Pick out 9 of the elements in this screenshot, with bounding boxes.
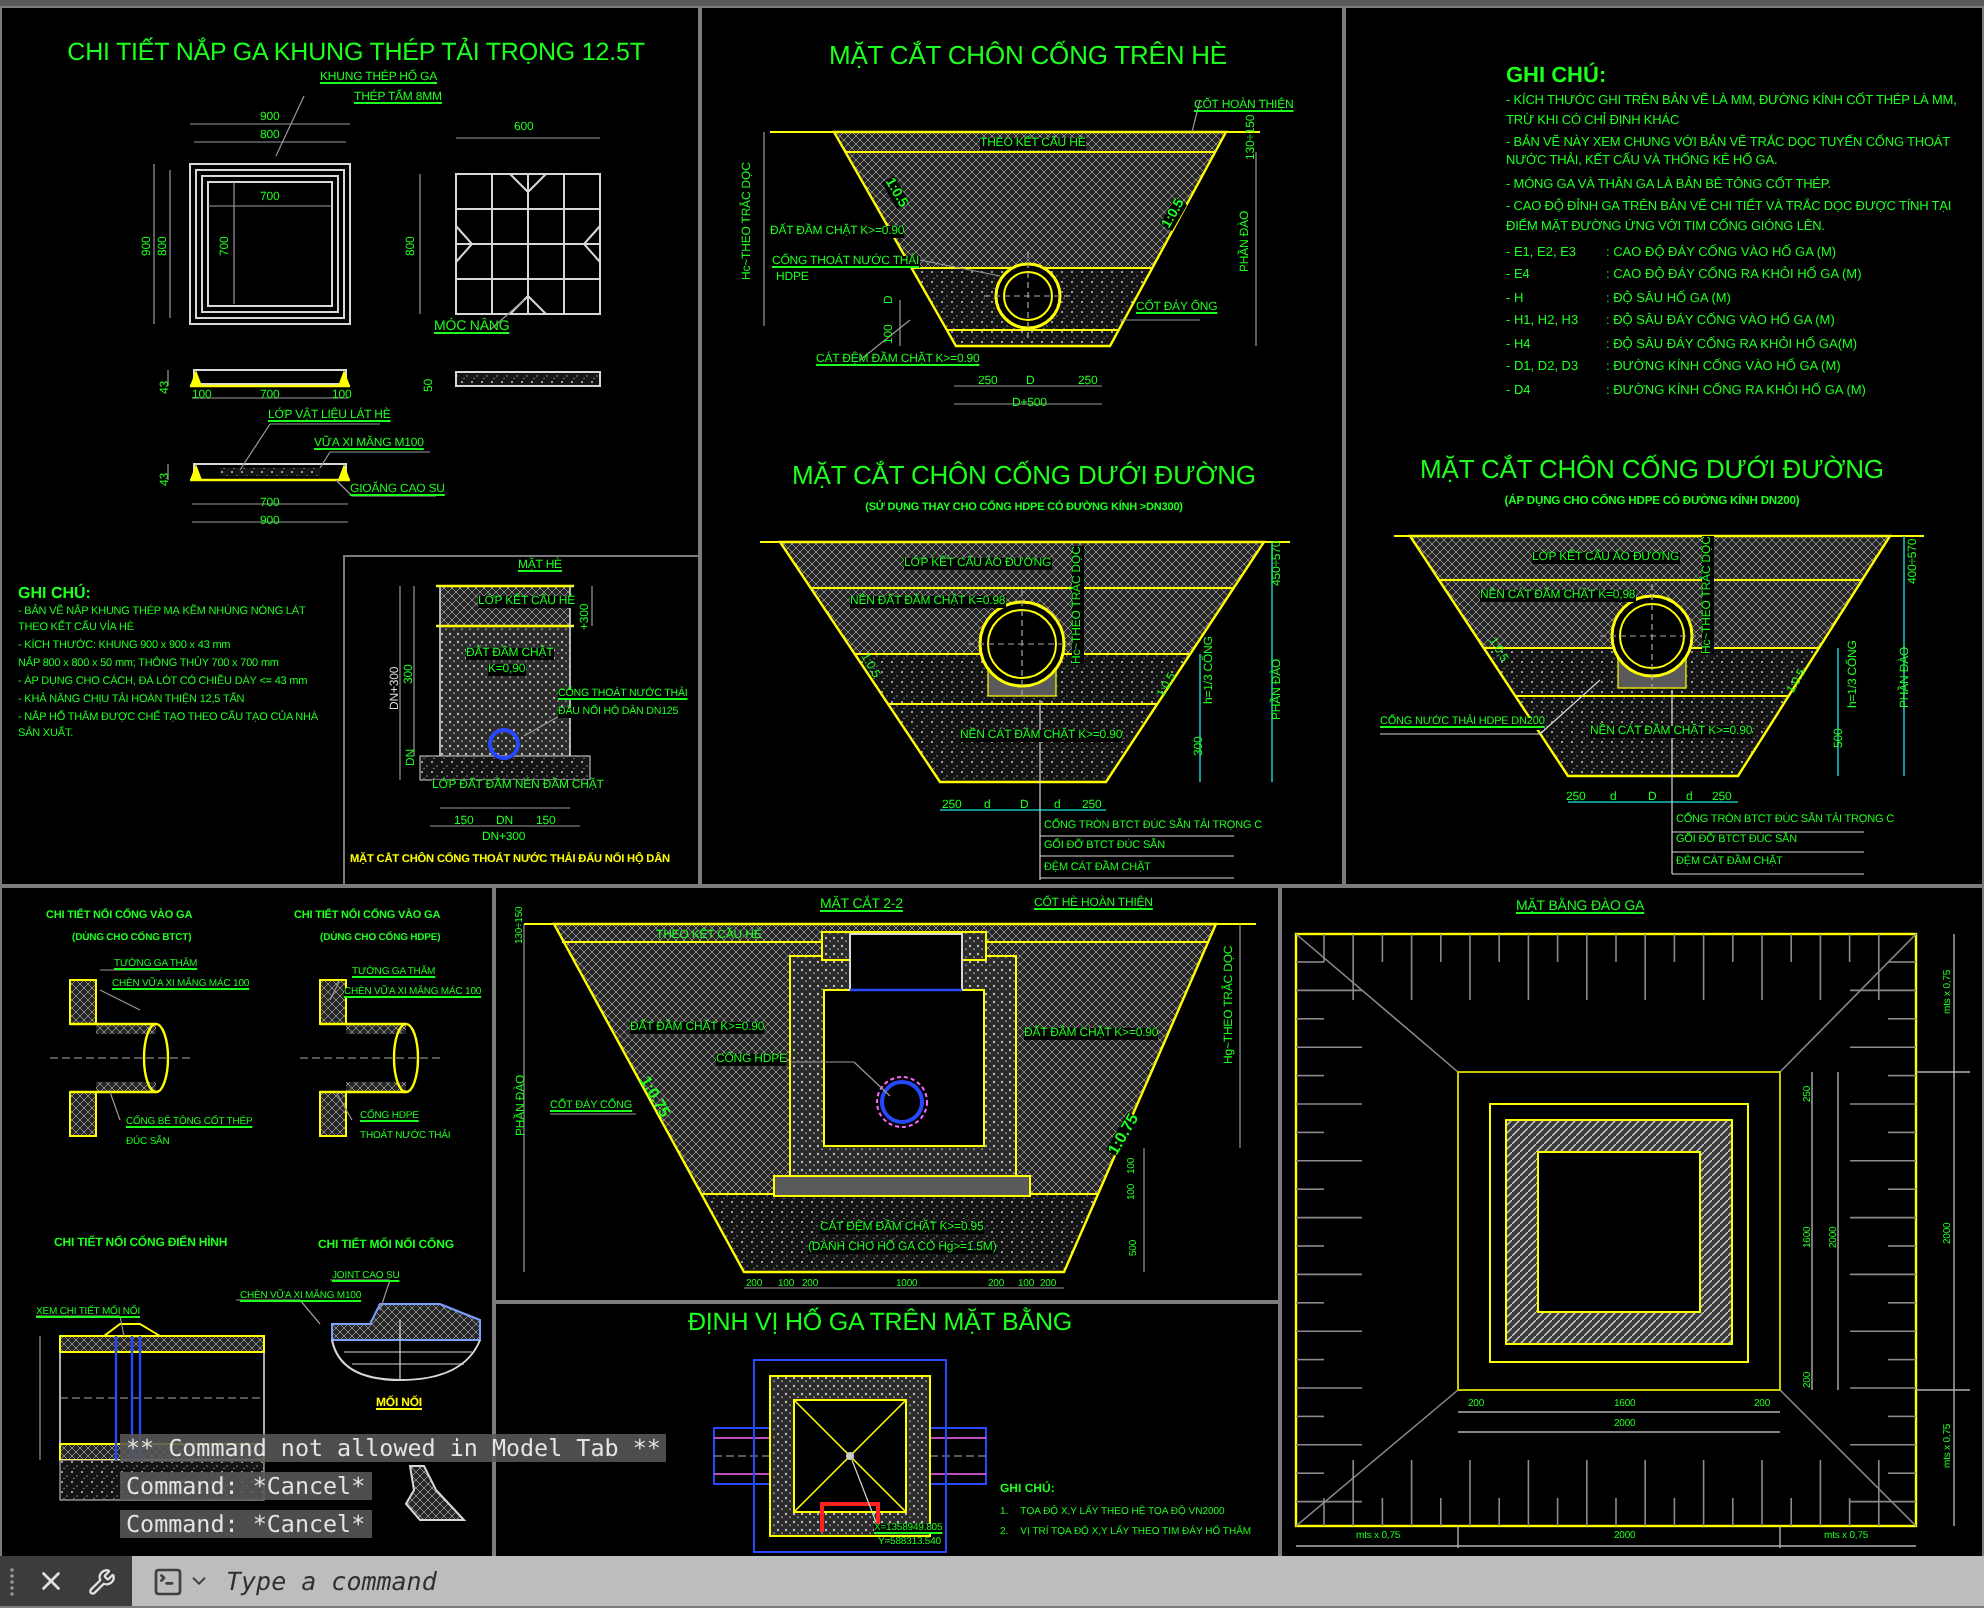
drawing-title: MẶT CẮT CHÔN CỐNG DƯỚI ĐƯỜNG <box>792 462 1256 488</box>
drawing-title: ĐỊNH VỊ HỐ GA TRÊN MẶT BẰNG <box>688 1310 1072 1335</box>
notes-heading: GHI CHÚ: <box>1506 64 1609 89</box>
notes-heading: GHI CHÚ: <box>18 586 93 604</box>
drawing-title: CHI TIẾT NẮP GA KHUNG THÉP TẢI TRỌNG 12.5T <box>67 40 645 65</box>
drawing-title: MẶT CẮT CHÔN CỐNG DƯỚI ĐƯỜNG <box>1420 456 1884 482</box>
command-input[interactable]: Type a command <box>222 1559 1984 1603</box>
drawing-title: MẶT CẮT CHÔN CỐNG TRÊN HÈ <box>828 42 1228 68</box>
command-field[interactable]: Type a command <box>132 1556 1984 1606</box>
